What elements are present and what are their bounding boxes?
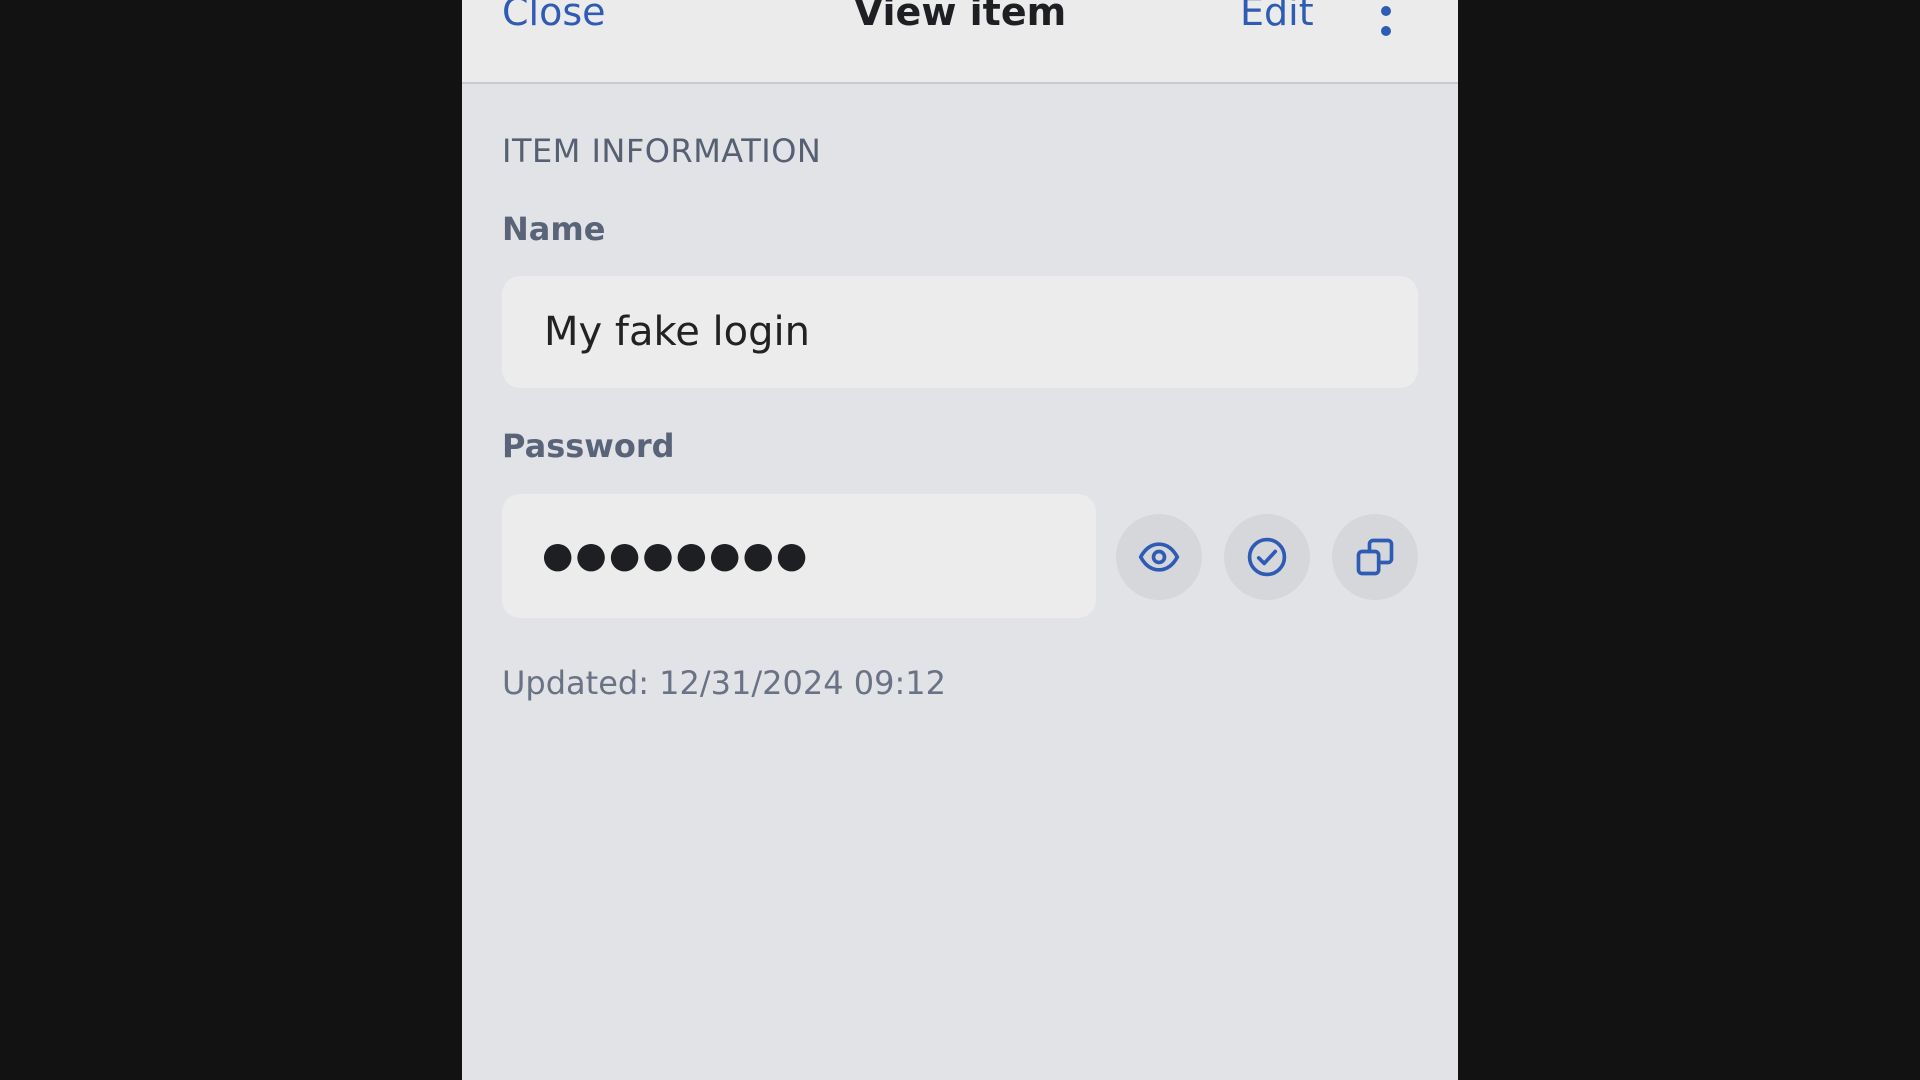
password-masked-value: ●●●●●●●● <box>542 535 810 576</box>
more-vertical-icon[interactable] <box>1374 0 1398 40</box>
check-circle-icon <box>1247 537 1287 577</box>
name-value: My fake login <box>544 309 810 355</box>
section-header-item-information: ITEM INFORMATION <box>502 132 822 170</box>
edit-button[interactable]: Edit <box>1240 0 1314 36</box>
copy-icon <box>1356 538 1394 576</box>
name-label: Name <box>502 210 606 248</box>
toggle-password-visibility-button[interactable] <box>1116 514 1202 600</box>
password-label: Password <box>502 427 675 465</box>
copy-password-button[interactable] <box>1332 514 1418 600</box>
item-view-screen: Close View item Edit ITEM INFORMATION Na… <box>462 0 1458 1080</box>
updated-timestamp: Updated: 12/31/2024 09:12 <box>502 664 946 702</box>
navigation-bar: Close View item Edit <box>462 0 1458 84</box>
name-field[interactable]: My fake login <box>502 276 1418 388</box>
check-password-button[interactable] <box>1224 514 1310 600</box>
eye-icon <box>1138 542 1180 572</box>
password-field[interactable]: ●●●●●●●● <box>502 494 1096 618</box>
